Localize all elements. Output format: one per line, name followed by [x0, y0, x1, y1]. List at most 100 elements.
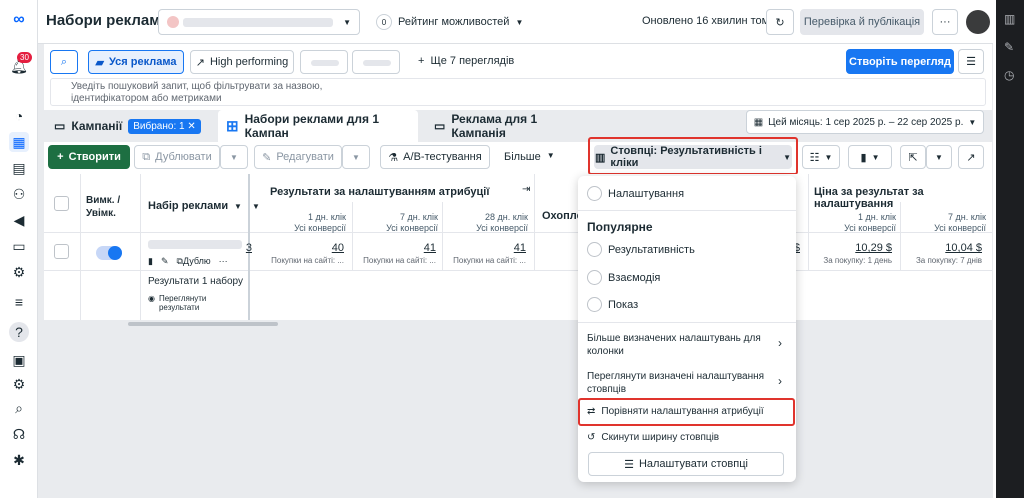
refresh-button[interactable]: ↻	[766, 9, 794, 35]
radio-engagement[interactable]	[587, 270, 602, 285]
result-28day[interactable]: 41	[476, 242, 526, 254]
review-publish-button[interactable]: Перевірка й публікація	[800, 9, 924, 35]
bar-chart-icon[interactable]: ▮	[148, 256, 153, 267]
copy-icon: ⧉	[142, 150, 151, 163]
option-delivery[interactable]: Показ	[608, 299, 638, 311]
reset-width-item[interactable]: ↺ Скинути ширину стовпців	[587, 432, 719, 443]
chevron-down-icon[interactable]: ▼	[252, 202, 260, 211]
pencil-icon[interactable]: ✎	[1004, 40, 1014, 54]
radio-settings[interactable]	[587, 186, 602, 201]
create-view-button[interactable]: Створіть перегляд	[846, 49, 954, 74]
ads-manager-icon[interactable]: ▦	[9, 132, 29, 152]
adset-name-redacted[interactable]	[148, 240, 242, 249]
tab-campaigns[interactable]: ▭ Кампанії Вибрано: 1 ✕	[46, 110, 216, 142]
search-input[interactable]: Уведіть пошуковий запит, щоб фільтрувати…	[50, 78, 986, 106]
option-engagement[interactable]: Взаємодія	[608, 272, 660, 284]
help-icon[interactable]: ?	[9, 322, 29, 342]
settings-option[interactable]: Налаштування	[608, 188, 684, 200]
col-cost-result-header[interactable]: Ціна за результат за налаштування	[814, 186, 992, 210]
view-results-link[interactable]: ◉ Переглянути результати	[148, 294, 244, 312]
line-chart-icon: ↗	[966, 151, 976, 164]
duplicate-dropdown[interactable]: ▼	[220, 145, 248, 169]
filter-settings-button[interactable]: ☰	[958, 49, 984, 74]
option-performance[interactable]: Результативність	[608, 244, 695, 256]
highlight-compare	[578, 398, 795, 426]
more-options-button[interactable]: ···	[932, 9, 958, 35]
toggle-knob	[108, 246, 122, 260]
pages-icon[interactable]: ▤	[9, 158, 29, 178]
dashboard-icon[interactable]: ◔	[9, 106, 29, 126]
tab-adsets[interactable]: ⊞ Набори реклами для 1 Кампан	[218, 110, 418, 142]
news-icon[interactable]: ▣	[9, 350, 29, 370]
more-button[interactable]: Більше ▼	[504, 151, 555, 163]
view-redacted-2[interactable]	[352, 50, 400, 74]
col-toggle-header[interactable]: Вимк. / Увімк.	[86, 194, 138, 220]
result-7day[interactable]: 41	[386, 242, 436, 254]
view-high-performing[interactable]: ↗ High performing	[190, 50, 294, 74]
export-button[interactable]: ⇱	[900, 145, 926, 169]
create-button[interactable]: + Створити	[48, 145, 130, 169]
col-results-attr-header[interactable]: Результати за налаштуванням атрибуції	[270, 186, 489, 198]
partial-value[interactable]: 3	[244, 242, 252, 254]
row-checkbox[interactable]	[54, 244, 69, 259]
duplicate-row-action[interactable]: ⧉Дублю	[177, 256, 211, 267]
date-range-picker[interactable]: ▦ Цей місяць: 1 сер 2025 р. – 22 сер 202…	[746, 110, 984, 134]
history-icon[interactable]: ◷	[1004, 68, 1014, 82]
chart-icon[interactable]: ▥	[1004, 12, 1015, 26]
select-all-checkbox[interactable]	[54, 196, 69, 211]
support-icon[interactable]: ☊	[9, 424, 29, 444]
more-views-button[interactable]: + Ще 7 переглядів	[418, 55, 514, 67]
more-settings-item[interactable]: Більше визначених налаштувань для колонк…	[587, 332, 767, 358]
notification-badge: 30	[17, 52, 32, 63]
more-icon[interactable]: ···	[219, 256, 228, 267]
radio-delivery[interactable]	[587, 297, 602, 312]
selected-chip[interactable]: Вибрано: 1 ✕	[128, 118, 201, 134]
menu-icon[interactable]: ≡	[9, 292, 29, 312]
billing-icon[interactable]: ▭	[9, 236, 29, 256]
export-dropdown[interactable]: ▼	[926, 145, 952, 169]
chevron-down-icon: ▼	[935, 152, 943, 162]
opportunity-score[interactable]: 0 Рейтинг можливостей ▼	[376, 14, 523, 30]
col-reach-header[interactable]: Охопле	[542, 210, 583, 222]
breakdown-button[interactable]: ☷ ▼	[802, 145, 840, 169]
view-defined-item[interactable]: Переглянути визначені налаштування стовп…	[587, 370, 767, 396]
radio-performance[interactable]	[587, 242, 602, 257]
search-icon[interactable]: ⌕	[9, 398, 29, 418]
horizontal-scrollbar[interactable]	[128, 322, 278, 326]
account-selector[interactable]: ▼	[158, 9, 360, 35]
chart-toggle-button[interactable]: ↗	[958, 145, 984, 169]
result-7day-sub: Покупки на сайті: ...	[363, 256, 436, 265]
breakdown-icon: ☷	[809, 151, 820, 164]
reports-button[interactable]: ▮ ▼	[848, 145, 892, 169]
ab-test-button[interactable]: ⚗ А/В-тестування	[380, 145, 490, 169]
grid-icon: ⊞	[226, 118, 239, 135]
duplicate-button[interactable]: ⧉ Дублювати	[134, 145, 220, 169]
result-1day[interactable]: 40	[294, 242, 344, 254]
highlight-columns	[588, 137, 798, 175]
profile-avatar[interactable]	[966, 10, 990, 34]
collapse-icon[interactable]: ⇥	[522, 184, 530, 195]
cost-1day[interactable]: 10,29 $	[834, 242, 892, 254]
tab-ads[interactable]: ▭ Реклама для 1 Кампанія	[426, 110, 596, 142]
col-adset-header[interactable]: Набір реклами	[148, 200, 228, 212]
view-all-ads[interactable]: ▰ Уся реклама	[88, 50, 184, 74]
audience-icon[interactable]: ⚇	[9, 184, 29, 204]
sub-1day-line1: 1 дн. клік	[308, 212, 346, 222]
view-redacted-1[interactable]	[300, 50, 348, 74]
edit-button[interactable]: ✎ Редагувати	[254, 145, 342, 169]
pencil-icon[interactable]: ✎	[161, 256, 169, 267]
customize-columns-button[interactable]: ☰ Налаштувати стовпці	[588, 452, 784, 476]
cost-sub-7day-line1: 7 дн. клік	[948, 212, 986, 222]
bug-icon[interactable]: ✱	[9, 450, 29, 470]
settings-icon[interactable]: ⚙	[9, 374, 29, 394]
cost-7day[interactable]: 10,04 $	[924, 242, 982, 254]
search-button[interactable]: ⌕	[50, 50, 78, 74]
more-label: Більше	[504, 151, 541, 163]
sort-icon[interactable]: ▼	[234, 202, 242, 211]
status-toggle[interactable]	[96, 246, 122, 260]
cost-sub-1day-line2: Усі конверсії	[844, 223, 896, 233]
events-icon[interactable]: ⚙	[9, 262, 29, 282]
meta-logo-icon[interactable]: ∞	[9, 10, 29, 30]
megaphone-icon[interactable]: ◀	[9, 210, 29, 230]
edit-dropdown[interactable]: ▼	[342, 145, 370, 169]
